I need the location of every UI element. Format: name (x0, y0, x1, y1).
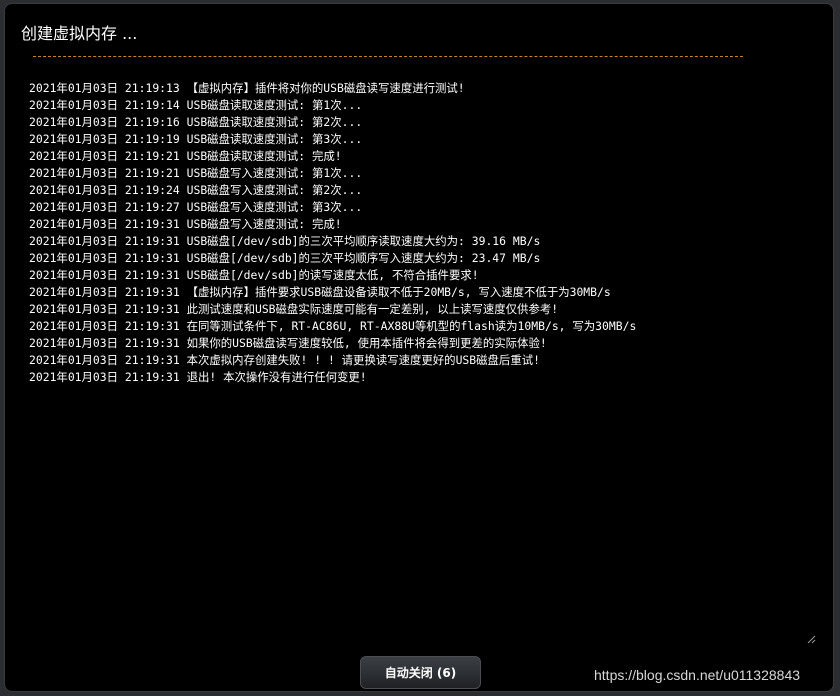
resize-grip-icon[interactable] (806, 634, 816, 644)
log-line: 2021年01月03日 21:19:31 此测试速度和USB磁盘实际速度可能有一… (29, 302, 559, 316)
log-line: 2021年01月03日 21:19:31 【虚拟内存】插件要求USB磁盘设备读取… (29, 285, 611, 299)
auto-close-button[interactable]: 自动关闭 (6) (360, 656, 481, 689)
log-line: 2021年01月03日 21:19:31 在同等测试条件下, RT-AC86U,… (29, 319, 637, 333)
watermark: https://blog.csdn.net/u011328843 (594, 667, 801, 683)
log-line: 2021年01月03日 21:19:31 USB磁盘[/dev/sdb]的读写速… (29, 268, 479, 282)
dashed-divider (33, 56, 743, 57)
log-line: 2021年01月03日 21:19:31 如果你的USB磁盘读写速度较低, 使用… (29, 336, 547, 350)
log-line: 2021年01月03日 21:19:14 USB磁盘读取速度测试: 第1次... (29, 98, 363, 112)
log-line: 2021年01月03日 21:19:16 USB磁盘读取速度测试: 第2次... (29, 115, 363, 129)
log-line: 2021年01月03日 21:19:31 退出! 本次操作没有进行任何变更! (29, 370, 367, 384)
log-dialog: 创建虚拟内存 ... 2021年01月03日 21:19:13 【虚拟内存】插件… (4, 3, 834, 692)
log-line: 2021年01月03日 21:19:31 USB磁盘[/dev/sdb]的三次平… (29, 234, 541, 248)
log-line: 2021年01月03日 21:19:31 USB磁盘写入速度测试: 完成! (29, 217, 342, 231)
log-line: 2021年01月03日 21:19:21 USB磁盘读取速度测试: 完成! (29, 149, 342, 163)
log-line: 2021年01月03日 21:19:24 USB磁盘写入速度测试: 第2次... (29, 183, 363, 197)
log-line: 2021年01月03日 21:19:13 【虚拟内存】插件将对你的USB磁盘读写… (29, 81, 465, 95)
log-line: 2021年01月03日 21:19:31 本次虚拟内存创建失败! ! ! 请更换… (29, 353, 540, 367)
log-line: 2021年01月03日 21:19:31 USB磁盘[/dev/sdb]的三次平… (29, 251, 541, 265)
log-textarea[interactable]: 2021年01月03日 21:19:13 【虚拟内存】插件将对你的USB磁盘读写… (11, 64, 819, 647)
log-line: 2021年01月03日 21:19:27 USB磁盘写入速度测试: 第3次... (29, 200, 363, 214)
log-line: 2021年01月03日 21:19:21 USB磁盘写入速度测试: 第1次... (29, 166, 363, 180)
log-line: 2021年01月03日 21:19:19 USB磁盘读取速度测试: 第3次... (29, 132, 363, 146)
dialog-title: 创建虚拟内存 ... (21, 24, 138, 43)
